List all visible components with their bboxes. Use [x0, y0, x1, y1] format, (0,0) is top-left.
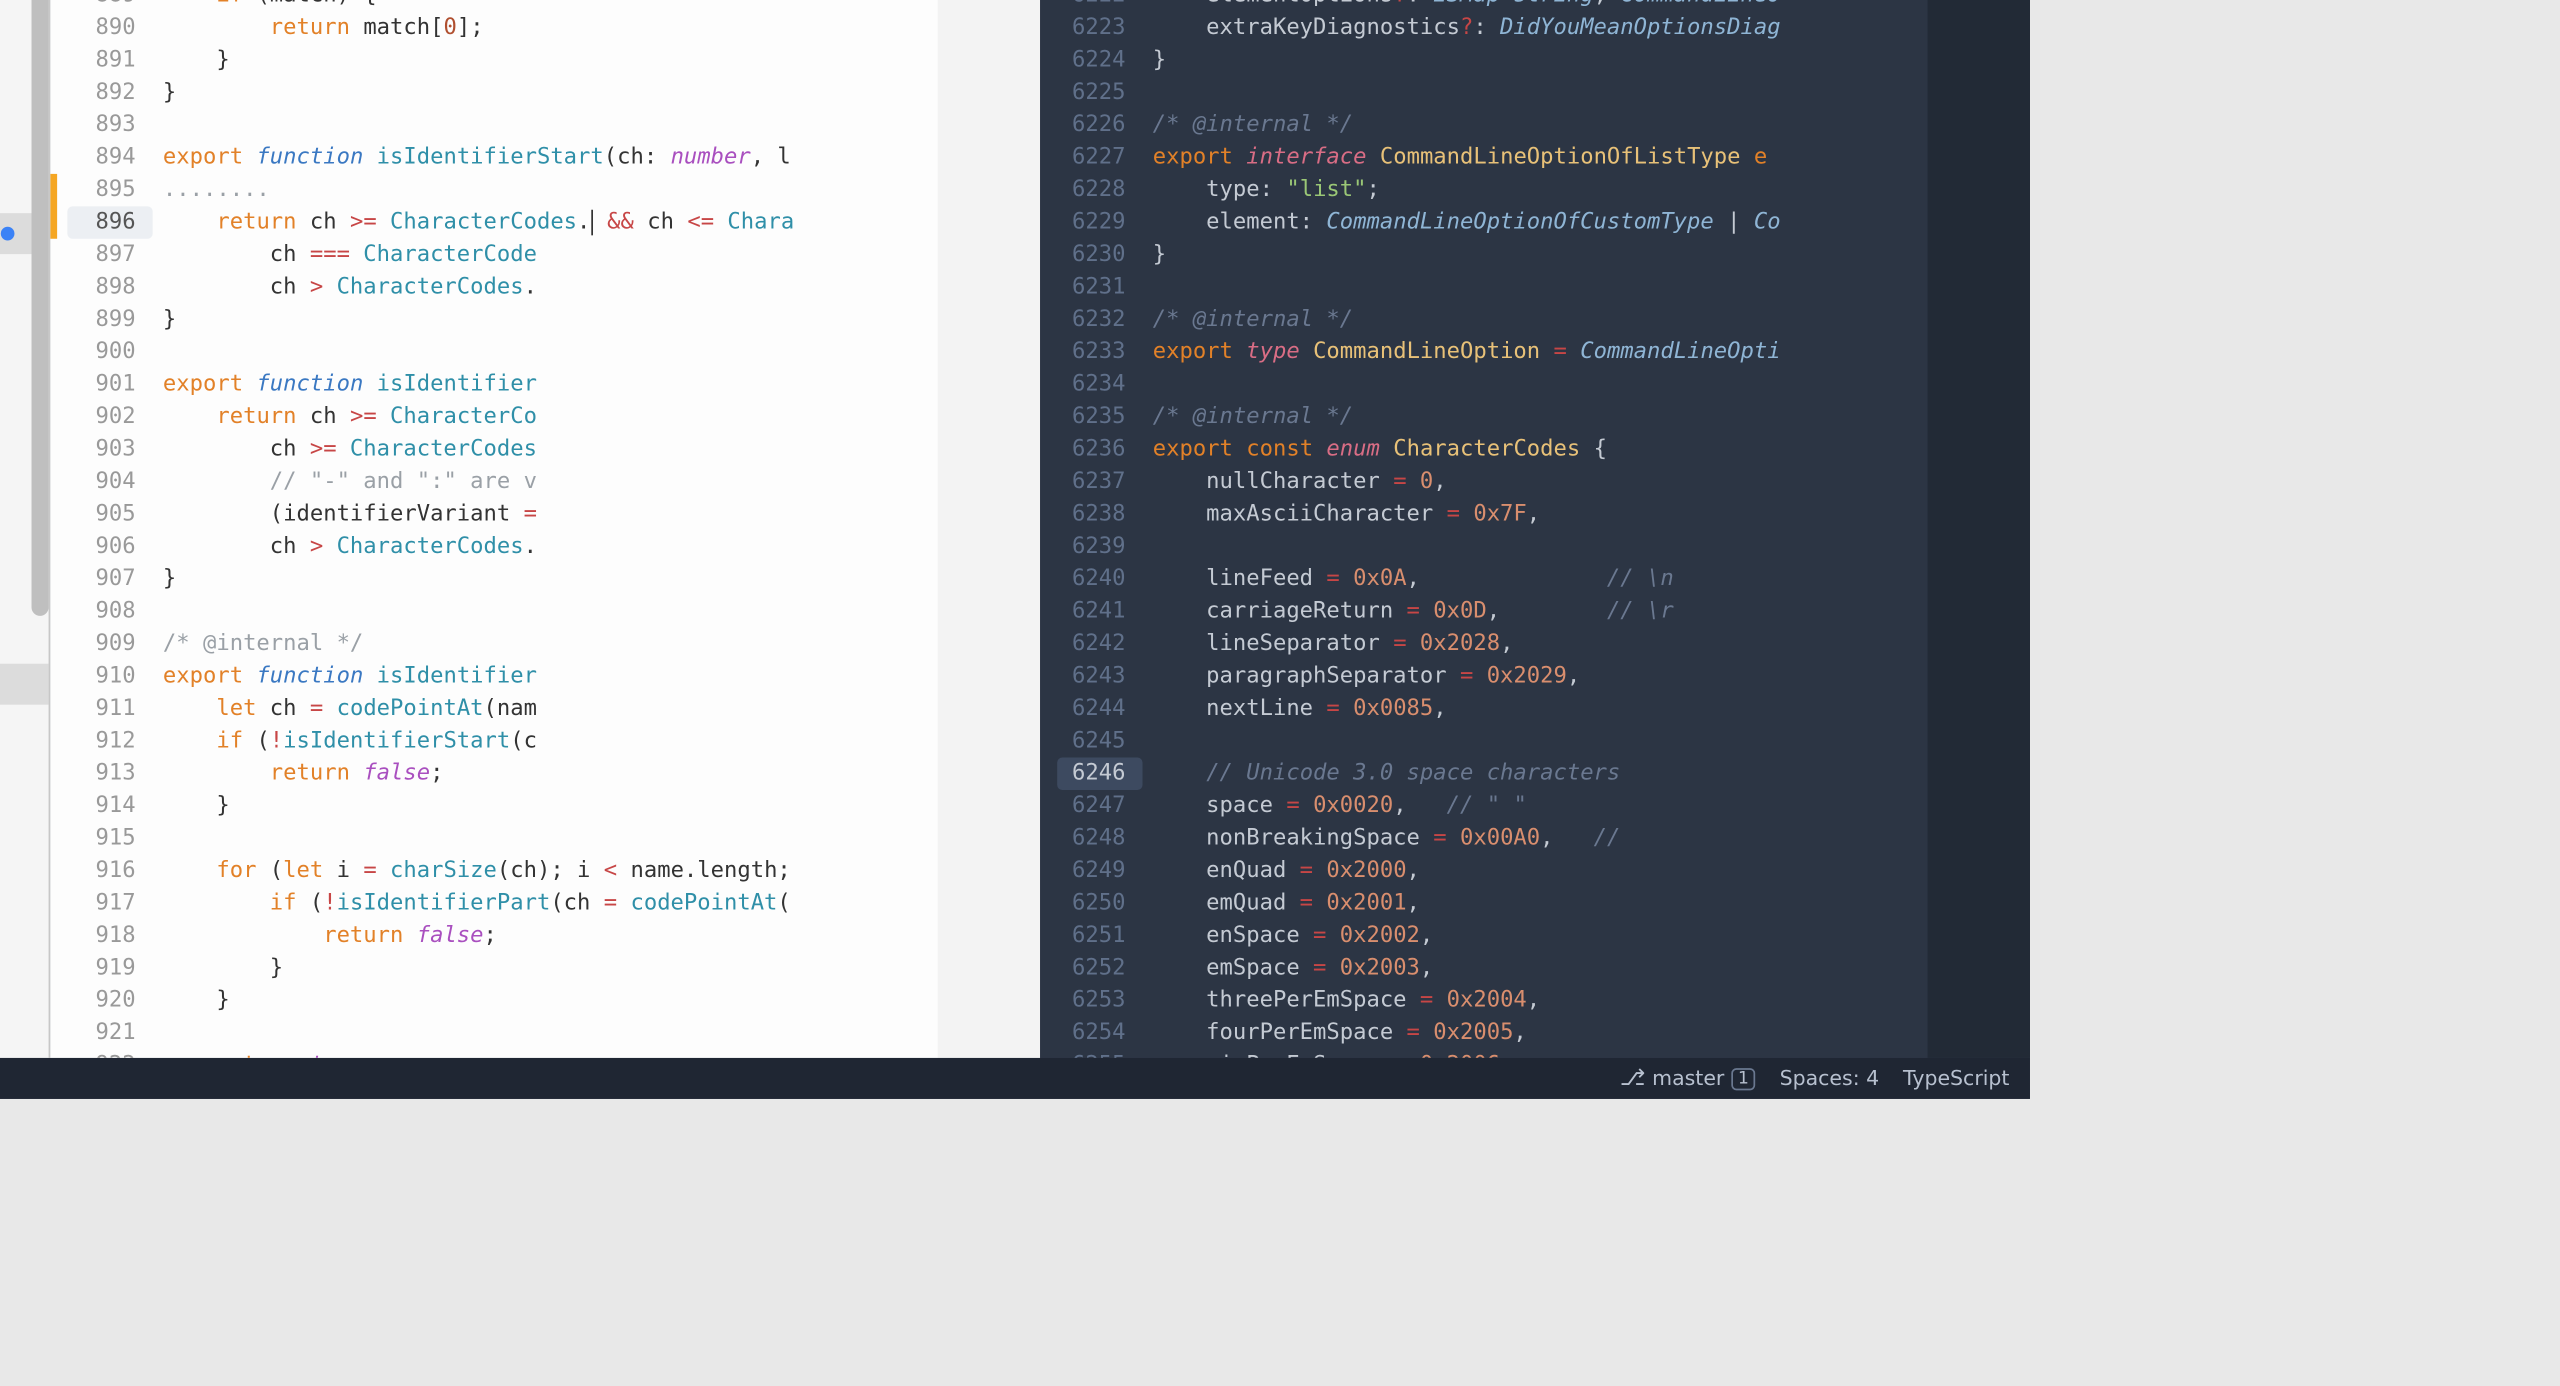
sidebar[interactable]: /* emitter.ts/* moduleNameResolver.ts/* … [0, 0, 50, 1058]
sidebar-item[interactable]: /* utilitiesPublic.ts [0, 746, 49, 787]
editor-pane-right[interactable]: 6219 6220 6221 6222 6223 6224 6225 6226 … [1040, 0, 2030, 1058]
dirty-indicator-icon [1, 227, 15, 241]
gutter-left: 886 887 888 889 890 891 892 893 894 895 … [50, 0, 152, 1058]
editor-pane-left[interactable]: 886 887 888 889 890 891 892 893 894 895 … [50, 0, 1040, 1058]
sidebar-item[interactable]: /* tsconfig.release.json [0, 623, 49, 664]
status-bar: ☰ Line 896, Column 37 ⎇ master 1 Spaces:… [0, 1058, 2030, 1099]
code-right[interactable]: /* @internal */ export interface TsConfi… [1143, 0, 1928, 1058]
statusbar-syntax[interactable]: TypeScript [1903, 1066, 2009, 1090]
git-branch-icon: ⎇ [1620, 1066, 1646, 1092]
sidebar-item[interactable]: /* types.ts [0, 664, 49, 705]
sidebar-item[interactable]: /* utilities.ts [0, 705, 49, 746]
sidebar-item[interactable]: /* watchUtilities.ts [0, 909, 49, 950]
sidebar-scrollbar[interactable] [32, 0, 49, 616]
statusbar-spaces[interactable]: Spaces: 4 [1780, 1066, 1880, 1090]
editor-area: ◀ ▶ scanner.tstypes.ts× + ▾ 886 887 888 … [50, 0, 2030, 1058]
gutter-modified-marker [50, 174, 57, 239]
gutter-right: 6219 6220 6221 6222 6223 6224 6225 6226 … [1040, 0, 1142, 1058]
code-left[interactable]: /** Optionally, get the shebang */ expor… [153, 0, 938, 1058]
statusbar-branch[interactable]: ⎇ master 1 [1620, 1066, 1756, 1092]
minimap-right[interactable] [1928, 0, 2030, 1058]
sidebar-item[interactable]: /* watch.ts [0, 828, 49, 869]
sidebar-item[interactable]: /* visitorPublic.ts [0, 787, 49, 828]
sidebar-item[interactable]: /* watchPublic.ts [0, 868, 49, 909]
sidebar-folder-debug[interactable]: ▶ 📁 debug [0, 950, 49, 991]
minimap-left[interactable] [938, 0, 1040, 1058]
